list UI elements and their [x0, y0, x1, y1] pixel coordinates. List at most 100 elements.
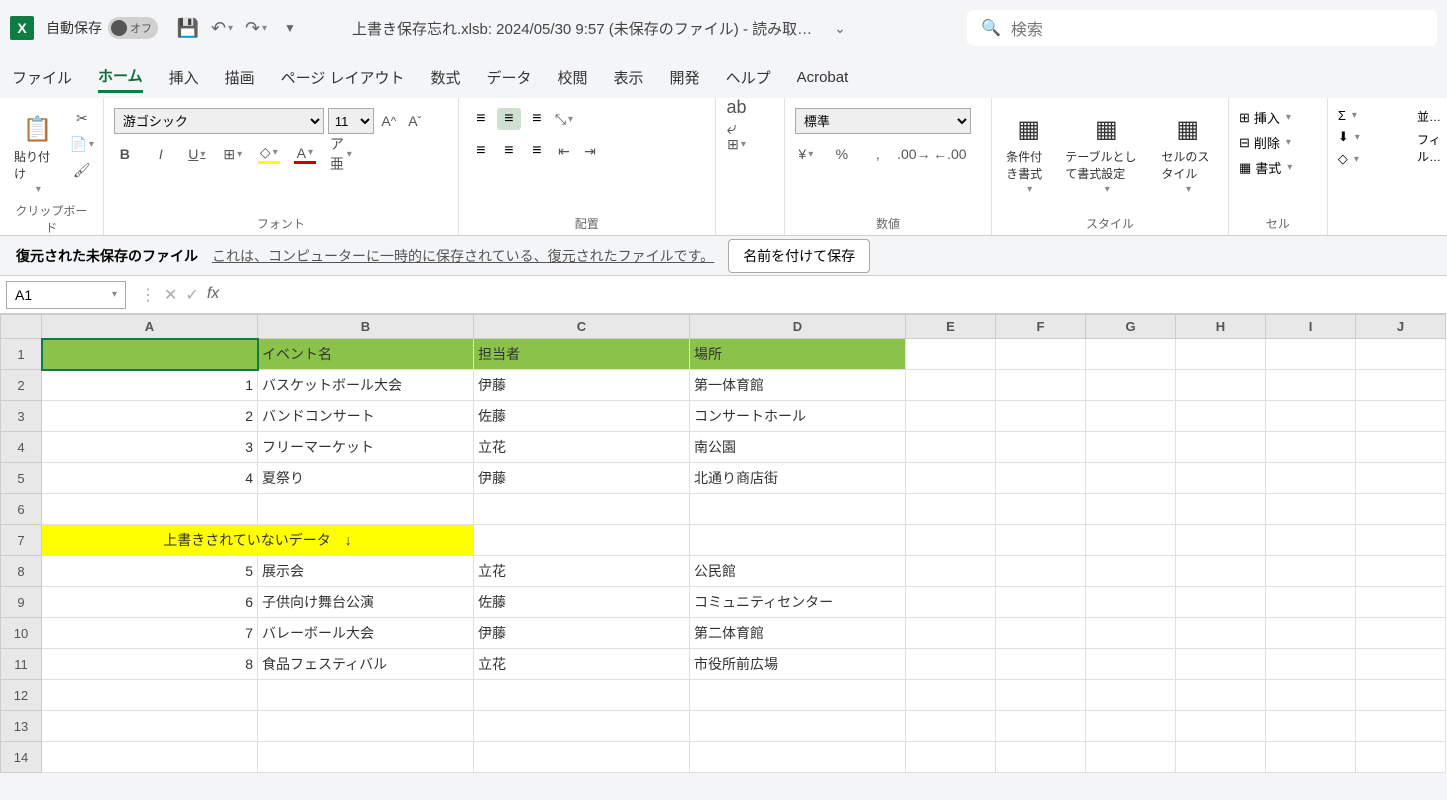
cell[interactable]: バスケットボール大会 [258, 370, 474, 401]
cell[interactable]: 場所 [690, 339, 906, 370]
tab-home[interactable]: ホーム [98, 61, 143, 93]
wrap-text-icon[interactable]: ab⤶ [726, 108, 748, 128]
cell[interactable] [996, 618, 1086, 649]
cell[interactable] [996, 680, 1086, 711]
dots-icon[interactable]: ⋮ [140, 285, 156, 305]
col-header[interactable]: B [258, 315, 474, 339]
row-header[interactable]: 13 [1, 711, 42, 742]
cell[interactable] [1086, 432, 1176, 463]
cell[interactable] [1356, 742, 1446, 773]
cell[interactable] [996, 587, 1086, 618]
autosum-button[interactable]: Σ▾ [1338, 108, 1357, 123]
increase-decimal-icon[interactable]: .00→ [903, 144, 925, 164]
currency-icon[interactable]: ¥▾ [795, 144, 817, 164]
cell[interactable] [474, 494, 690, 525]
row-header[interactable]: 14 [1, 742, 42, 773]
increase-font-icon[interactable]: A^ [378, 111, 400, 131]
cell[interactable]: 南公園 [690, 432, 906, 463]
cell[interactable] [1266, 463, 1356, 494]
row-header[interactable]: 11 [1, 649, 42, 680]
cell[interactable] [1086, 742, 1176, 773]
search-input[interactable]: 🔍 検索 [967, 10, 1437, 46]
cell-A1[interactable] [42, 339, 258, 370]
cell[interactable]: 上書きされていないデータ ↓ [42, 525, 474, 556]
cell[interactable]: 第一体育館 [690, 370, 906, 401]
toggle-switch[interactable]: オフ [108, 17, 158, 39]
font-color-icon[interactable]: A▾ [294, 144, 316, 164]
cell[interactable] [1176, 401, 1266, 432]
cell[interactable] [690, 680, 906, 711]
cell[interactable]: 子供向け舞台公演 [258, 587, 474, 618]
cell[interactable] [996, 339, 1086, 370]
cell[interactable] [42, 711, 258, 742]
cell[interactable] [1086, 556, 1176, 587]
increase-indent-icon[interactable]: ⇥ [579, 141, 601, 161]
cell[interactable] [906, 556, 996, 587]
cell[interactable] [996, 742, 1086, 773]
align-top-icon[interactable]: ≡ [469, 108, 493, 130]
cell[interactable] [1086, 711, 1176, 742]
cell[interactable] [1086, 401, 1176, 432]
cell[interactable] [1266, 525, 1356, 556]
col-header[interactable]: J [1356, 315, 1446, 339]
cell[interactable] [1266, 711, 1356, 742]
cell[interactable]: 6 [42, 587, 258, 618]
format-cells-button[interactable]: ▦書式▾ [1239, 158, 1292, 177]
cell[interactable] [1356, 618, 1446, 649]
cell[interactable] [1086, 649, 1176, 680]
tab-developer[interactable]: 開発 [670, 63, 700, 92]
align-right-icon[interactable]: ≡ [525, 140, 549, 162]
cell[interactable]: 立花 [474, 649, 690, 680]
align-middle-icon[interactable]: ≡ [497, 108, 521, 130]
merge-icon[interactable]: ⊞▾ [726, 134, 748, 154]
cell[interactable] [1266, 370, 1356, 401]
cell[interactable] [1356, 711, 1446, 742]
tab-review[interactable]: 校閲 [558, 63, 588, 92]
cell[interactable] [1356, 463, 1446, 494]
cell-styles-button[interactable]: ▦セルのスタイル▾ [1157, 108, 1218, 199]
cell[interactable] [258, 711, 474, 742]
cell[interactable]: 7 [42, 618, 258, 649]
cell[interactable]: 4 [42, 463, 258, 494]
format-table-button[interactable]: ▦テーブルとして書式設定▾ [1061, 108, 1151, 199]
cell[interactable] [1356, 339, 1446, 370]
cell[interactable] [906, 680, 996, 711]
col-header[interactable]: G [1086, 315, 1176, 339]
cell[interactable] [1176, 587, 1266, 618]
row-header[interactable]: 12 [1, 680, 42, 711]
italic-button[interactable]: I [150, 144, 172, 164]
copy-icon[interactable]: 📄▾ [71, 134, 93, 154]
cell[interactable] [690, 494, 906, 525]
cell[interactable] [258, 742, 474, 773]
cell[interactable] [1266, 339, 1356, 370]
formula-input[interactable] [227, 281, 1447, 309]
name-box[interactable]: A1▾ [6, 281, 126, 309]
qat-more-icon[interactable]: ▼ [280, 18, 300, 38]
cell[interactable]: 立花 [474, 432, 690, 463]
cell[interactable] [1266, 649, 1356, 680]
cell[interactable]: 佐藤 [474, 401, 690, 432]
cell[interactable]: 8 [42, 649, 258, 680]
cell[interactable]: 公民館 [690, 556, 906, 587]
cell[interactable] [1086, 463, 1176, 494]
border-icon[interactable]: ⊞▾ [222, 144, 244, 164]
cell[interactable]: 5 [42, 556, 258, 587]
cell[interactable] [42, 494, 258, 525]
cell[interactable] [690, 742, 906, 773]
cell[interactable]: バンドコンサート [258, 401, 474, 432]
orientation-icon[interactable]: ⤡▾ [553, 109, 575, 129]
cell[interactable] [1086, 494, 1176, 525]
cell[interactable] [1356, 587, 1446, 618]
align-bottom-icon[interactable]: ≡ [525, 108, 549, 130]
paste-button[interactable]: 📋 貼り付け ▾ [10, 108, 65, 199]
fx-icon[interactable]: fx [207, 285, 219, 305]
tab-pagelayout[interactable]: ページ レイアウト [281, 63, 405, 92]
delete-cells-button[interactable]: ⊟削除▾ [1239, 133, 1291, 152]
conditional-format-button[interactable]: ▦条件付き書式▾ [1002, 108, 1055, 199]
tab-acrobat[interactable]: Acrobat [797, 65, 849, 90]
decrease-decimal-icon[interactable]: ←.00 [939, 144, 961, 164]
cell[interactable] [906, 401, 996, 432]
cell[interactable] [258, 680, 474, 711]
col-header[interactable]: A [42, 315, 258, 339]
cell[interactable] [996, 649, 1086, 680]
